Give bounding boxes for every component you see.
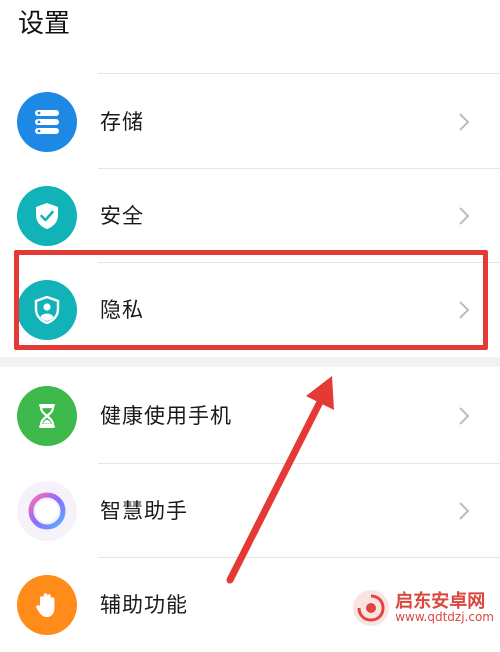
chevron-right-icon [459,207,470,225]
hand-icon [17,575,77,635]
settings-row-label: 安全 [100,204,144,228]
storage-icon [17,92,77,152]
section-separator [0,357,500,367]
settings-row-smart-assistant[interactable]: 智慧助手 [0,464,500,558]
site-logo-icon [353,590,390,626]
hourglass-icon [17,386,77,446]
settings-row-label: 健康使用手机 [100,404,232,428]
chevron-right-icon [459,502,470,520]
assistant-ring-icon [17,481,77,541]
settings-row-storage[interactable]: 存储 [0,75,500,169]
settings-row-digital-balance[interactable]: 健康使用手机 [0,369,500,463]
shield-check-icon [17,186,77,246]
watermark-url: www.qdtdzj.com [395,610,494,625]
settings-row-label: 智慧助手 [100,499,188,523]
highlight-box [14,250,488,350]
watermark: 启东安卓网 www.qdtdzj.com [351,588,494,628]
divider [98,73,500,74]
settings-row-label: 辅助功能 [100,593,188,617]
chevron-right-icon [459,113,470,131]
watermark-name: 启东安卓网 [395,590,486,612]
page-title: 设置 [18,9,71,39]
settings-row-label: 存储 [100,110,144,134]
settings-row-security[interactable]: 安全 [0,169,500,263]
chevron-right-icon [459,407,470,425]
